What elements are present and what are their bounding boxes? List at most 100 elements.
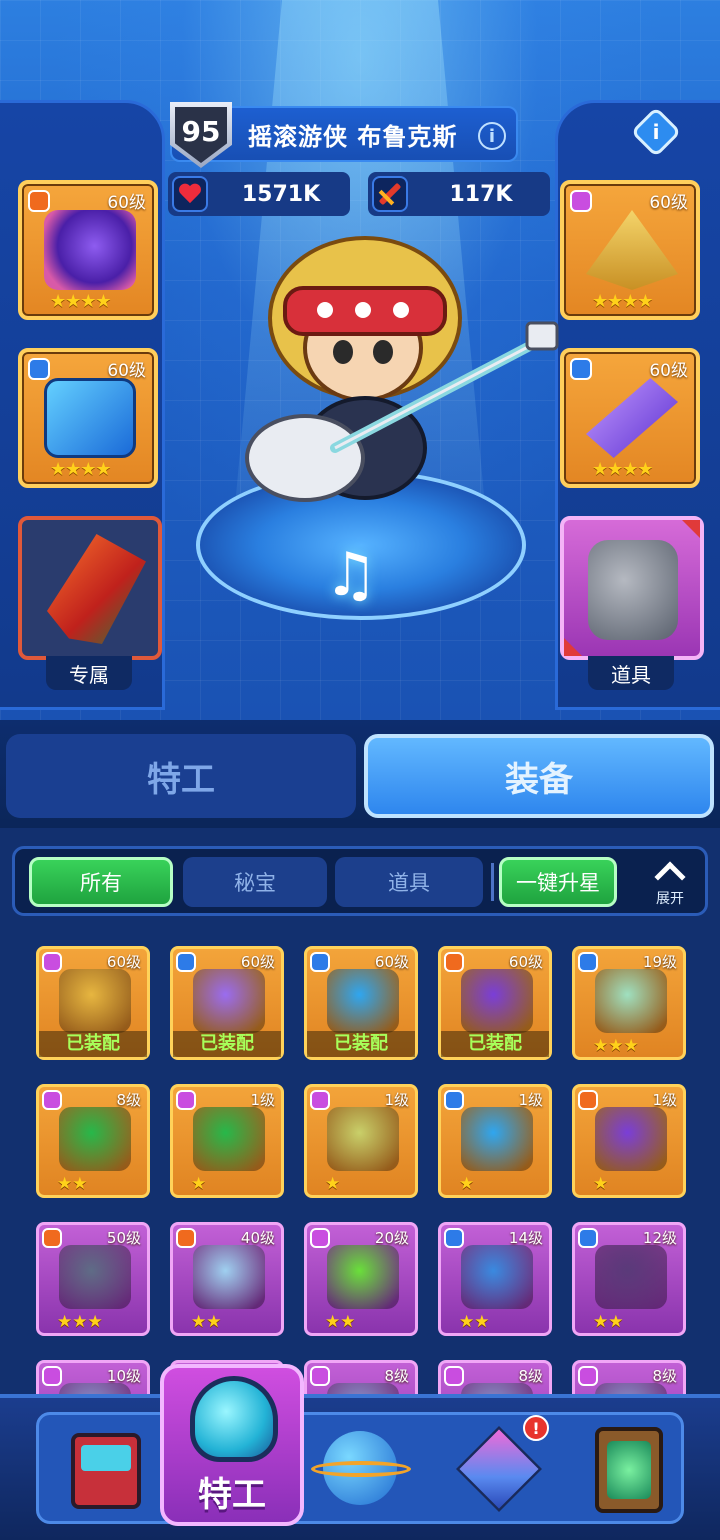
- rarity-badge: [310, 952, 330, 972]
- item-level: 8级: [116, 1091, 141, 1109]
- item-stars: ★★: [325, 1312, 356, 1332]
- rarity-badge: [176, 1228, 196, 1248]
- rarity-badge: [176, 952, 196, 972]
- item-level: 40级: [240, 1229, 275, 1247]
- item-level: 1级: [384, 1091, 409, 1109]
- hero-name: 摇滚游侠 布鲁克斯: [248, 122, 458, 151]
- corner-marker: [564, 638, 582, 656]
- inventory-item[interactable]: 1级 ★: [170, 1084, 284, 1198]
- speaker-cube-icon: [461, 1107, 533, 1171]
- nav-agent-label: 特工: [198, 1475, 266, 1515]
- inventory-item[interactable]: 60级 已装配: [304, 946, 418, 1060]
- inventory-item[interactable]: 20级 ★★: [304, 1222, 418, 1336]
- tool-slot[interactable]: [560, 516, 704, 660]
- item-stars: ★: [593, 1174, 609, 1194]
- item-level: 1级: [250, 1091, 275, 1109]
- slot-level: 60级: [649, 193, 688, 213]
- alert-badge: !: [523, 1415, 549, 1441]
- item-level: 8级: [652, 1367, 677, 1385]
- golden-pyramid-icon: [586, 210, 678, 290]
- tab-agent[interactable]: 特工: [6, 734, 356, 818]
- rarity-badge: [42, 1090, 62, 1110]
- hero-info-icon[interactable]: i: [478, 122, 506, 150]
- main-tabs: 特工 装备: [0, 720, 720, 828]
- nav-bar: !: [36, 1412, 684, 1524]
- rarity-badge: [310, 1366, 330, 1386]
- exclusive-label: 专属: [46, 656, 132, 690]
- slot-stars: ★★★★: [50, 459, 112, 480]
- inventory-item[interactable]: 19级 ★★★: [572, 946, 686, 1060]
- hp-value: 1571K: [241, 181, 321, 207]
- inventory-item[interactable]: 60级 已装配: [170, 946, 284, 1060]
- orb-core-icon: [59, 1245, 131, 1309]
- slot-level: 60级: [649, 361, 688, 381]
- tool-label: 道具: [588, 656, 674, 690]
- item-level: 12级: [642, 1229, 677, 1247]
- rarity-badge: [570, 358, 592, 380]
- equip-slot-top-right[interactable]: 60级 ★★★★: [560, 180, 700, 320]
- item-level: 50级: [106, 1229, 141, 1247]
- item-stars: ★: [325, 1174, 341, 1194]
- inventory-item[interactable]: 1级 ★: [438, 1084, 552, 1198]
- filter-secret[interactable]: 秘宝: [183, 857, 327, 907]
- inventory-item[interactable]: 8级 ★★: [36, 1084, 150, 1198]
- planet-icon[interactable]: [311, 1419, 411, 1519]
- rarity-badge: [444, 952, 464, 972]
- info-icon: i: [652, 120, 660, 144]
- rarity-badge: [578, 1228, 598, 1248]
- crystal-shard-icon: [586, 378, 678, 458]
- inventory-item[interactable]: 50级 ★★★: [36, 1222, 150, 1336]
- hero-level: 95: [175, 107, 227, 163]
- exclusive-slot[interactable]: [18, 516, 162, 660]
- rarity-badge: [28, 358, 50, 380]
- item-stars: ★★: [459, 1312, 490, 1332]
- inventory-item[interactable]: 1级 ★: [572, 1084, 686, 1198]
- rarity-badge: [578, 1366, 598, 1386]
- inventory-item[interactable]: 60级 已装配: [36, 946, 150, 1060]
- shop-machine-icon[interactable]: [61, 1419, 161, 1519]
- flame-guitar-icon: [47, 534, 146, 644]
- nav-agent-active[interactable]: 特工: [160, 1364, 304, 1526]
- tab-equipment[interactable]: 装备: [364, 734, 714, 818]
- inventory-item[interactable]: 40级 ★★: [170, 1222, 284, 1336]
- crystal-cube-icon[interactable]: !: [449, 1415, 549, 1519]
- filter-tools[interactable]: 道具: [335, 857, 483, 907]
- item-stars: ★: [459, 1174, 475, 1194]
- item-level: 19级: [642, 953, 677, 971]
- green-gem-icon: [595, 969, 667, 1033]
- green-flame-icon: [327, 1245, 399, 1309]
- golden-pyramid-icon: [59, 969, 131, 1033]
- equipped-label: 已装配: [441, 1031, 549, 1057]
- crystal-shard-icon: [193, 969, 265, 1033]
- equip-slot-top-left[interactable]: 60级 ★★★★: [18, 180, 158, 320]
- one-click-star-up-button[interactable]: 一键升星: [499, 857, 617, 907]
- item-stars: ★★: [191, 1312, 222, 1332]
- sword-icon: [372, 176, 408, 212]
- filter-all[interactable]: 所有: [29, 857, 173, 907]
- corner-marker: [682, 520, 700, 538]
- portal-gate-icon[interactable]: [579, 1419, 679, 1519]
- emerald-box-icon: [59, 1107, 131, 1171]
- inventory-item[interactable]: 60级 已装配: [438, 946, 552, 1060]
- equip-slot-mid-right[interactable]: 60级 ★★★★: [560, 348, 700, 488]
- item-level: 60级: [106, 953, 141, 971]
- attack-value: 117K: [449, 181, 513, 207]
- slot-stars: ★★★★: [592, 291, 654, 312]
- speaker-cube-icon: [44, 378, 136, 458]
- item-level: 1级: [652, 1091, 677, 1109]
- hero-title-bar: 95 摇滚游侠 布鲁克斯 i: [170, 102, 518, 168]
- inventory-item[interactable]: 1级 ★: [304, 1084, 418, 1198]
- equip-slot-mid-left[interactable]: 60级 ★★★★: [18, 348, 158, 488]
- item-level: 14级: [508, 1229, 543, 1247]
- expand-button[interactable]: 展开: [635, 853, 705, 913]
- item-level: 1级: [518, 1091, 543, 1109]
- hero-character[interactable]: [245, 228, 565, 528]
- inventory-item[interactable]: 14级 ★★: [438, 1222, 552, 1336]
- inventory-item[interactable]: 12级 ★★: [572, 1222, 686, 1336]
- item-stars: ★★: [593, 1312, 624, 1332]
- emerald-box-icon: [193, 1107, 265, 1171]
- rarity-badge: [570, 190, 592, 212]
- music-note-icon: ♫: [324, 540, 378, 610]
- rarity-badge: [28, 190, 50, 212]
- item-stars: ★★: [57, 1174, 88, 1194]
